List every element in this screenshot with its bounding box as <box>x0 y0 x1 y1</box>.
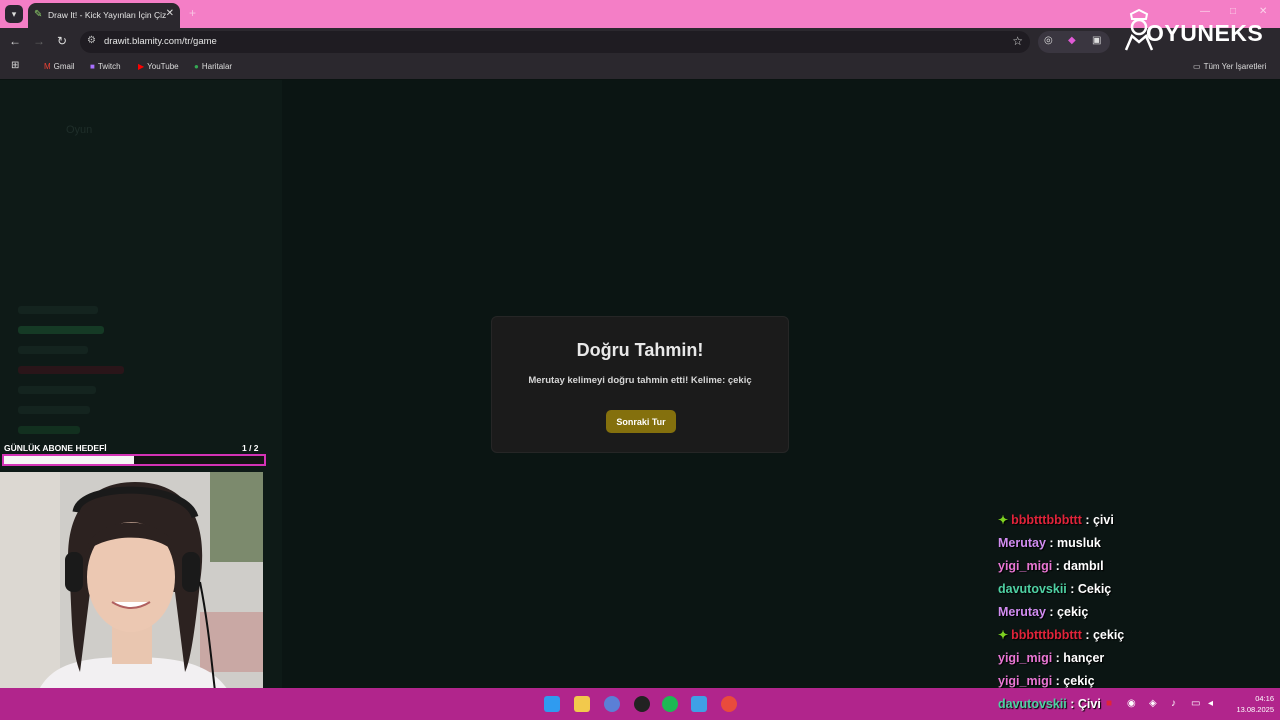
chat-text: : hançer <box>1055 651 1105 665</box>
logo-text: OYUNEKS <box>1146 20 1264 46</box>
chat-text: : Çivi <box>1070 697 1101 711</box>
subscriber-badge-icon: ✦ <box>998 628 1009 642</box>
all-bookmarks[interactable]: ▭ Tüm Yer İşaretleri <box>1193 62 1266 71</box>
player-row <box>18 326 104 334</box>
player-row <box>18 386 96 394</box>
chat-message: yigi_migi : dambıl <box>998 559 1104 579</box>
new-tab-icon[interactable]: + <box>189 6 196 20</box>
sub-goal-count: 1 / 2 <box>242 443 259 453</box>
chat-text: : çivi <box>1085 513 1114 527</box>
youtube-icon: ▶ <box>138 62 145 71</box>
chat-message: Merutay : çekiç <box>998 605 1088 625</box>
browser-tab-bar: ▾ ✎ Draw It! - Kick Yayınları İçin Çiz ✕… <box>0 0 1280 28</box>
correct-guess-dialog: Doğru Tahmin! Merutay kelimeyi doğru tah… <box>491 316 789 453</box>
chat-username: yigi_migi <box>998 674 1053 688</box>
next-round-button[interactable]: Sonraki Tur <box>606 410 676 433</box>
player-row <box>18 306 98 314</box>
forward-icon[interactable]: → <box>33 34 45 48</box>
gmail-icon: M <box>44 62 51 71</box>
paint-icon[interactable] <box>691 696 707 712</box>
chat-username: yigi_migi <box>998 651 1053 665</box>
volume-icon[interactable]: ◂ <box>1208 698 1213 709</box>
reload-icon[interactable]: ↻ <box>57 34 67 48</box>
active-tab[interactable]: ✎ Draw It! - Kick Yayınları İçin Çiz ✕ <box>28 3 180 28</box>
bookmark-youtube[interactable]: ▶ YouTube <box>138 62 179 71</box>
file-explorer-icon[interactable] <box>574 696 590 712</box>
oyuneks-logo: OYUNEKS <box>1122 8 1274 52</box>
chat-message: davutovskii : Cekiç <box>998 582 1111 602</box>
obs-icon[interactable] <box>634 696 650 712</box>
chat-username: bbbtttbbbttt <box>1011 628 1082 642</box>
sub-goal-progress-bar <box>2 454 266 466</box>
chat-username: davutovskii <box>998 582 1067 596</box>
chat-text: : musluk <box>1049 536 1101 550</box>
bookmark-gmail[interactable]: M Gmail <box>44 62 75 71</box>
player-row <box>18 346 88 354</box>
clock-time: 04:16 <box>1255 694 1274 703</box>
webcam-feed <box>0 472 263 715</box>
tab-close-icon[interactable]: ✕ <box>166 8 174 19</box>
chat-message: davutovskii : Çivi <box>998 697 1101 717</box>
subscriber-badge-icon: ✦ <box>998 513 1009 527</box>
chat-username: davutovskii <box>998 697 1067 711</box>
chat-text: : çekiç <box>1085 628 1125 642</box>
chat-message: ✦ bbbtttbbbttt : çivi <box>998 513 1114 533</box>
url-text: drawit.blamity.com/tr/game <box>104 36 217 47</box>
dialog-message: Merutay kelimeyi doğru tahmin etti! Keli… <box>528 375 752 386</box>
chat-username: Merutay <box>998 605 1046 619</box>
address-bar[interactable]: ⚙ drawit.blamity.com/tr/game ☆ <box>80 31 1030 53</box>
dialog-title: Doğru Tahmin! <box>576 340 704 360</box>
steam-icon[interactable]: ◉ <box>1127 698 1136 709</box>
chat-message: Merutay : musluk <box>998 536 1101 556</box>
tab-favicon-icon: ✎ <box>34 9 43 20</box>
chat-text: : çekiç <box>1055 674 1095 688</box>
chat-text: : dambıl <box>1055 559 1104 573</box>
chat-username: yigi_migi <box>998 559 1053 573</box>
bookmark-star-icon[interactable]: ☆ <box>1012 34 1023 48</box>
bookmarks-bar: ⊞ M Gmail ■ Twitch ▶ YouTube ● Haritalar ▭ Tü… <box>0 56 1280 79</box>
network-app-icon[interactable]: ◈ <box>1149 698 1157 709</box>
players-panel-title: Oyun <box>66 124 93 136</box>
back-icon[interactable]: ← <box>9 34 21 48</box>
twitch-icon: ■ <box>90 62 95 71</box>
chrome-icon[interactable] <box>721 696 737 712</box>
spotify-icon[interactable] <box>662 696 678 712</box>
tab-title: Draw It! - Kick Yayınları İçin Çiz <box>48 10 166 20</box>
start-menu-icon[interactable] <box>544 696 560 712</box>
tab-search-icon[interactable]: ▾ <box>5 5 23 23</box>
bookmark-twitch[interactable]: ■ Twitch <box>90 62 121 71</box>
chat-text: : Cekiç <box>1070 582 1112 596</box>
extensions-puzzle-icon[interactable]: ▣ <box>1092 35 1101 46</box>
system-clock[interactable]: 04:16 13.08.2025 <box>1226 693 1274 715</box>
app-icon[interactable] <box>604 696 620 712</box>
player-row <box>18 366 124 374</box>
player-row <box>18 426 80 434</box>
folder-icon: ▭ <box>1193 62 1201 71</box>
clock-date: 13.08.2025 <box>1236 705 1274 714</box>
apps-grid-icon[interactable]: ⊞ <box>11 60 19 71</box>
extension-glasses-icon[interactable]: ◎ <box>1044 35 1053 46</box>
microphone-icon[interactable]: ♪ <box>1171 698 1176 709</box>
chat-message: ✦ bbbtttbbbttt : çekiç <box>998 628 1124 648</box>
bookmark-maps[interactable]: ● Haritalar <box>194 62 232 71</box>
display-icon[interactable]: ▭ <box>1191 698 1200 709</box>
maps-pin-icon: ● <box>194 62 199 71</box>
chat-username: Merutay <box>998 536 1046 550</box>
sub-goal-progress-fill <box>4 456 134 464</box>
extensions-group: ◎ ◆ ▣ <box>1038 31 1110 53</box>
chat-message: yigi_migi : hançer <box>998 651 1104 671</box>
chat-username: bbbtttbbbttt <box>1011 513 1082 527</box>
sub-goal-label: GÜNLÜK ABONE HEDEFİ <box>4 443 107 453</box>
chat-text: : çekiç <box>1049 605 1089 619</box>
tray-app-icon[interactable]: ■ <box>1106 698 1112 709</box>
webcam-image <box>0 472 263 715</box>
extension-pink-icon[interactable]: ◆ <box>1068 35 1076 46</box>
player-row <box>18 406 90 414</box>
site-info-icon[interactable]: ⚙ <box>87 35 96 46</box>
